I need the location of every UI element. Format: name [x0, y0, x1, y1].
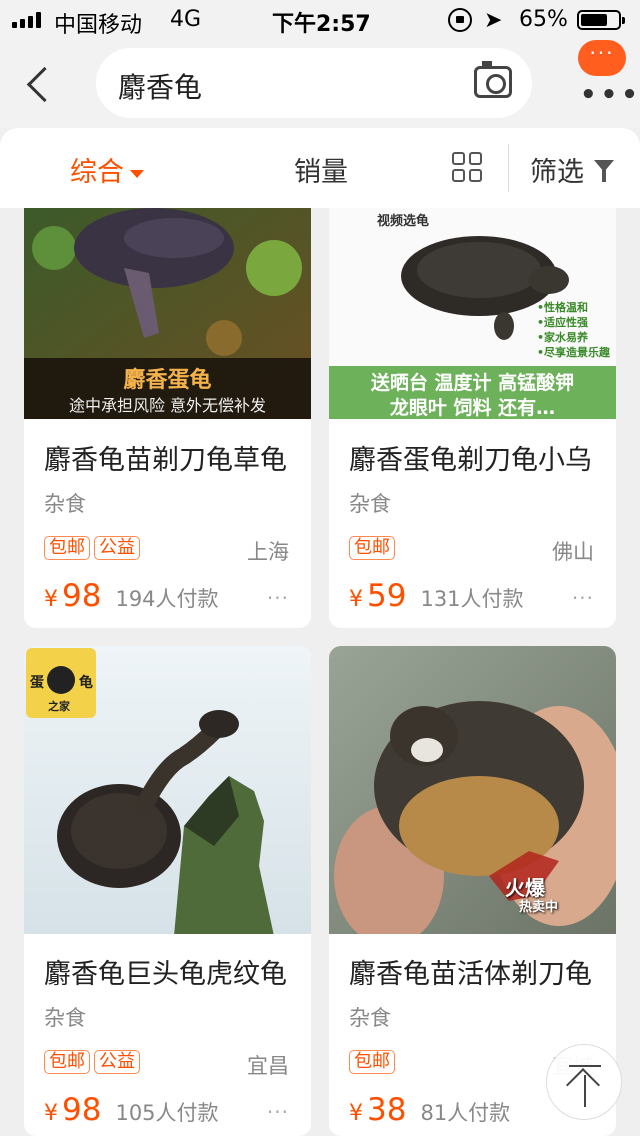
currency-symbol: ¥: [44, 587, 58, 612]
product-category: 杂食: [349, 492, 391, 516]
logo-text-left: 蛋: [30, 675, 44, 691]
location-arrow-icon: ➤: [484, 8, 503, 33]
price-value: 98: [62, 578, 102, 614]
arrow-up-shaft: [584, 1075, 586, 1107]
product-image[interactable]: 视频选龟 •性格温和 •适应性强 •家水易养 •尽享造景乐趣 送晒台 温度计 高…: [329, 208, 616, 419]
logo-text-bottom: 之家: [48, 700, 70, 713]
tag-free-shipping: 包邮: [44, 1050, 90, 1074]
tag-free-shipping: 包邮: [44, 536, 90, 560]
product-tags: 包邮 公益: [44, 1050, 140, 1074]
currency-symbol: ¥: [349, 587, 363, 612]
product-tags: 包邮: [349, 1050, 395, 1074]
filter-button[interactable]: 筛选: [530, 150, 584, 189]
status-bar: 中国移动 4G 下午2:57 ➤ 65%: [0, 0, 640, 40]
image-top-label: 视频选龟: [377, 214, 430, 229]
tag-free-shipping: 包邮: [349, 536, 395, 560]
product-price: ¥ 98 194人付款: [44, 578, 219, 614]
product-tags: 包邮 公益: [44, 536, 140, 560]
message-icon[interactable]: ···: [578, 40, 626, 76]
product-location: 上海: [247, 540, 289, 564]
arrow-up-icon: [566, 1068, 600, 1102]
logo-text-right: 龟: [79, 675, 93, 691]
price-value: 98: [62, 1092, 102, 1128]
paid-count: 194人付款: [115, 587, 219, 611]
more-options-icon[interactable]: ···: [267, 1100, 289, 1124]
product-title[interactable]: 麝香龟巨头龟虎纹龟: [44, 952, 287, 991]
camera-icon[interactable]: [474, 61, 512, 98]
more-options-icon[interactable]: ···: [267, 586, 289, 610]
more-options-icon[interactable]: ···: [572, 586, 594, 610]
scroll-to-top-button[interactable]: [546, 1044, 622, 1120]
product-card[interactable]: 视频选龟 •性格温和 •适应性强 •家水易养 •尽享造景乐趣 送晒台 温度计 高…: [329, 208, 616, 628]
paid-count: 105人付款: [115, 1101, 219, 1125]
feature-text: •适应性强: [537, 316, 589, 329]
image-banner-line2: 龙眼叶 饲料 还有…: [389, 397, 556, 419]
product-image[interactable]: 火爆 热卖中: [329, 646, 616, 934]
currency-symbol: ¥: [44, 1101, 58, 1126]
signal-icon: [12, 12, 41, 28]
feature-text: •家水易养: [537, 331, 589, 344]
sort-sales[interactable]: 销量: [294, 150, 348, 189]
more-dots-icon[interactable]: •••: [580, 80, 640, 110]
product-price: ¥ 98 105人付款: [44, 1092, 219, 1128]
tag-charity: 公益: [94, 536, 140, 560]
product-category: 杂食: [44, 1006, 86, 1030]
sort-bar: 综合 销量 筛选: [0, 128, 640, 208]
price-value: 38: [367, 1092, 407, 1128]
image-banner-line1: 送晒台 温度计 高锰酸钾: [370, 372, 575, 394]
hot-sale-subtext: 热卖中: [519, 900, 559, 915]
product-title[interactable]: 麝香蛋龟剃刀龟小乌: [349, 438, 592, 477]
product-card[interactable]: 麝香蛋龟 途中承担风险 意外无偿补发 麝香龟苗剃刀龟草龟 杂食 包邮 公益 上海…: [24, 208, 311, 628]
network-type: 4G: [170, 7, 202, 32]
currency-symbol: ¥: [349, 1101, 363, 1126]
caret-down-icon: [130, 169, 144, 178]
grid-view-icon[interactable]: [452, 152, 484, 184]
sort-comprehensive-label: 综合: [70, 157, 124, 188]
status-time: 下午2:57: [272, 12, 371, 37]
search-input[interactable]: 麝香龟: [96, 48, 532, 118]
feature-text: •性格温和: [537, 301, 589, 314]
divider: [508, 144, 509, 192]
product-location: 宜昌: [247, 1054, 289, 1078]
product-card[interactable]: 蛋 龟 之家 麝香龟巨头龟虎纹龟 杂食 包邮 公益 宜昌 ¥ 98 105人付款…: [24, 646, 311, 1136]
product-title[interactable]: 麝香龟苗剃刀龟草龟: [44, 438, 287, 477]
battery-percent: 65%: [519, 7, 568, 32]
product-price: ¥ 38 81人付款: [349, 1092, 510, 1128]
search-query: 麝香龟: [118, 71, 203, 104]
product-image[interactable]: 麝香蛋龟 途中承担风险 意外无偿补发: [24, 208, 311, 419]
product-title[interactable]: 麝香龟苗活体剃刀龟: [349, 952, 592, 991]
product-category: 杂食: [44, 492, 86, 516]
search-header: 麝香龟 ··· •••: [0, 40, 640, 128]
tag-free-shipping: 包邮: [349, 1050, 395, 1074]
price-value: 59: [367, 578, 407, 614]
product-category: 杂食: [349, 1006, 391, 1030]
sort-comprehensive[interactable]: 综合: [70, 150, 144, 189]
product-price: ¥ 59 131人付款: [349, 578, 524, 614]
product-tags: 包邮: [349, 536, 395, 560]
filter-icon[interactable]: [594, 160, 614, 182]
product-grid: 麝香蛋龟 途中承担风险 意外无偿补发 麝香龟苗剃刀龟草龟 杂食 包邮 公益 上海…: [0, 208, 640, 1136]
product-image[interactable]: 蛋 龟 之家: [24, 646, 311, 934]
carrier-name: 中国移动: [54, 13, 143, 38]
image-subcaption: 途中承担风险 意外无偿补发: [68, 396, 267, 415]
paid-count: 81人付款: [420, 1101, 511, 1125]
image-features: •性格温和 •适应性强 •家水易养 •尽享造景乐趣: [537, 300, 610, 360]
more-menu-button[interactable]: ··· •••: [572, 40, 638, 128]
tag-charity: 公益: [94, 1050, 140, 1074]
feature-text: •尽享造景乐趣: [537, 346, 611, 359]
battery-icon: [577, 10, 625, 30]
back-button[interactable]: [24, 62, 54, 106]
rotation-lock-icon: [448, 8, 472, 32]
product-location: 佛山: [552, 540, 594, 564]
paid-count: 131人付款: [420, 587, 524, 611]
image-caption: 麝香蛋龟: [123, 368, 212, 393]
